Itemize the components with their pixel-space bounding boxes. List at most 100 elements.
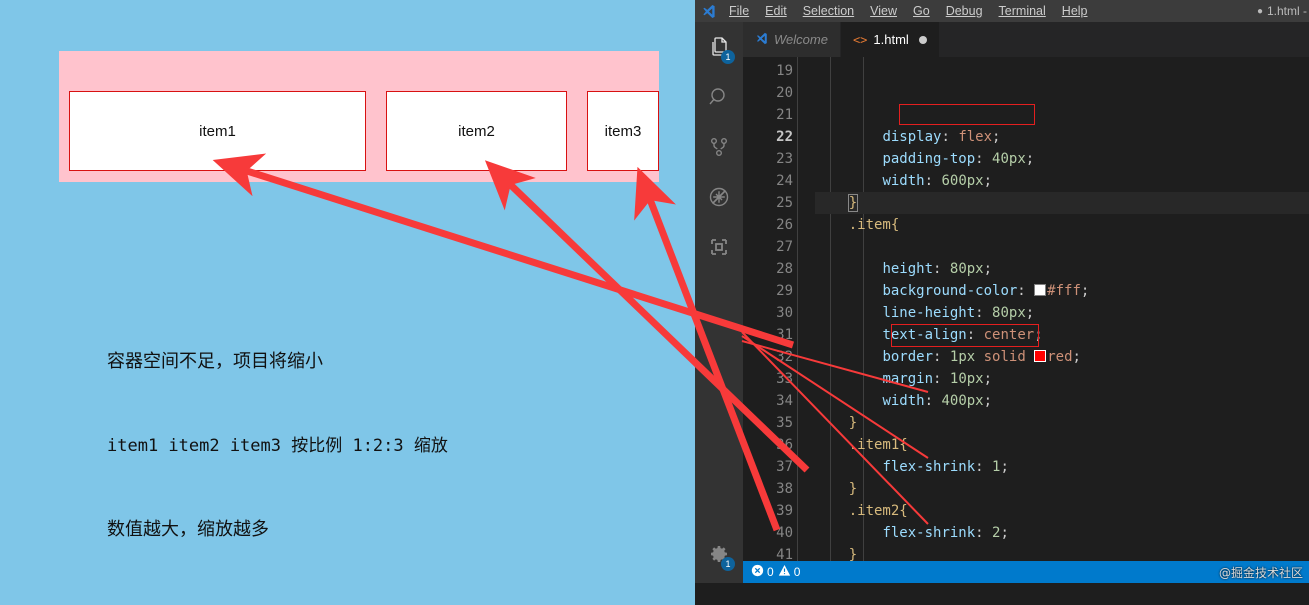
extensions-icon[interactable] (695, 222, 743, 272)
window-title-text: 1.html - (1266, 4, 1307, 18)
line-number: 27 (776, 239, 793, 255)
vscode-logo-icon (755, 32, 768, 48)
line-number: 37 (776, 459, 793, 475)
line-number: 38 (776, 481, 793, 497)
code-editor[interactable]: 19 20 21 22 23 24 25 26 27 28 29 30 31 32 33 34 35 36 37 38… (743, 57, 1309, 561)
source-control-icon[interactable] (695, 122, 743, 172)
browser-preview-pane: item1 item2 item3 容器空间不足，项目将缩小 item1 ite… (0, 0, 695, 605)
menu-debug-label: Debug (945, 4, 983, 18)
code-line[interactable]: .item{ (815, 214, 1309, 236)
code-line[interactable] (815, 236, 1309, 258)
title-bar: File Edit Selection View Go Debug Termin… (695, 0, 1309, 22)
code-line[interactable]: .item1{ (815, 434, 1309, 456)
menu-view-label: View (870, 4, 898, 18)
code-line[interactable]: display: flex; (815, 126, 1309, 148)
search-icon[interactable] (695, 72, 743, 122)
code-line[interactable]: text-align: center; (815, 324, 1309, 346)
annotation-line-3: 数值越大，缩放越多 (107, 519, 269, 540)
code-line[interactable]: padding-top: 40px; (815, 148, 1309, 170)
menu-view[interactable]: View (862, 2, 905, 20)
warning-triangle-icon (778, 564, 791, 580)
line-number: 28 (776, 261, 793, 277)
status-errors[interactable]: 0 (751, 564, 774, 580)
editor-gutter-pad (743, 57, 757, 561)
line-number: 25 (776, 195, 793, 211)
preview-item-3: item3 (587, 91, 659, 171)
menu-terminal[interactable]: Terminal (991, 2, 1054, 20)
menu-terminal-label: Terminal (998, 4, 1046, 18)
menu-selection[interactable]: Selection (795, 2, 862, 20)
error-circle-icon (751, 564, 764, 580)
code-line[interactable]: border: 1px solid red; (815, 346, 1309, 368)
line-number: 22 (776, 129, 793, 145)
tab-welcome[interactable]: Welcome (743, 22, 841, 57)
menu-edit[interactable]: Edit (757, 2, 795, 20)
preview-item-1-label: item1 (199, 123, 236, 140)
line-number: 29 (776, 283, 793, 299)
vscode-logo-icon (695, 0, 721, 22)
run-and-debug-icon[interactable] (695, 172, 743, 222)
code-line[interactable]: flex-shrink: 1; (815, 456, 1309, 478)
window-title: ● 1.html - (1257, 0, 1309, 22)
line-number: 30 (776, 305, 793, 321)
status-bar-left: 0 0 (751, 564, 800, 580)
status-warnings[interactable]: 0 (778, 564, 801, 580)
explorer-badge: 1 (721, 50, 735, 64)
code-line[interactable]: .item2{ (815, 500, 1309, 522)
explorer-icon[interactable]: 1 (695, 22, 743, 72)
menu-go[interactable]: Go (905, 2, 938, 20)
tab-1-html-label: 1.html (873, 32, 909, 47)
preview-item-2: item2 (386, 91, 567, 171)
menu-debug[interactable]: Debug (938, 2, 991, 20)
menu-help-label: Help (1061, 4, 1088, 18)
code-line[interactable]: line-height: 80px; (815, 302, 1309, 324)
line-number: 36 (776, 437, 793, 453)
tab-dirty-indicator-icon[interactable] (918, 35, 927, 44)
line-number: 24 (776, 173, 793, 189)
vscode-window: File Edit Selection View Go Debug Termin… (695, 0, 1309, 605)
code-line[interactable]: width: 600px; (815, 170, 1309, 192)
code-line[interactable]: width: 400px; (815, 390, 1309, 412)
menu-file[interactable]: File (721, 2, 757, 20)
line-number: 41 (776, 547, 793, 561)
menu-file-label: File (729, 4, 750, 18)
line-number: 20 (776, 85, 793, 101)
code-line[interactable]: margin: 10px; (815, 368, 1309, 390)
tab-welcome-label: Welcome (774, 32, 828, 47)
line-number-column: 19 20 21 22 23 24 25 26 27 28 29 30 31 32 33 34 35 36 37 38… (757, 57, 803, 561)
code-content[interactable]: display: flex; padding-top: 40px; width:… (797, 57, 1309, 561)
unsaved-dot-icon: ● (1256, 5, 1263, 17)
menu-help[interactable]: Help (1054, 2, 1096, 20)
menu-bar[interactable]: File Edit Selection View Go Debug Termin… (721, 2, 1096, 20)
activity-bar: 1 1 (695, 22, 743, 583)
tab-bar: Welcome <> 1.html (743, 22, 1309, 57)
line-number: 34 (776, 393, 793, 409)
gear-icon[interactable]: 1 (695, 529, 743, 579)
flex-container: item1 item2 item3 (59, 51, 659, 182)
line-number: 21 (776, 107, 793, 123)
menu-go-label: Go (913, 4, 930, 18)
preview-item-1: item1 (69, 91, 366, 171)
tab-bar-empty-space (939, 22, 1309, 57)
line-number: 35 (776, 415, 793, 431)
preview-item-2-label: item2 (458, 123, 495, 140)
line-number: 19 (776, 63, 793, 79)
tab-1-html[interactable]: <> 1.html (840, 22, 940, 57)
line-number: 26 (776, 217, 793, 233)
code-line[interactable]: } (815, 544, 1309, 561)
code-line[interactable]: height: 80px; (815, 258, 1309, 280)
status-warnings-count: 0 (793, 565, 801, 579)
code-line[interactable]: } (815, 192, 1309, 214)
menu-edit-label: Edit (765, 4, 787, 18)
code-line[interactable]: flex-shrink: 2; (815, 522, 1309, 544)
html-code-icon: <> (852, 32, 868, 47)
annotation-line-1: 容器空间不足，项目将缩小 (107, 351, 323, 372)
gear-badge: 1 (721, 557, 735, 571)
annotation-text-block: 容器空间不足，项目将缩小 item1 item2 item3 按比例 1:2:3… (107, 292, 448, 600)
annotation-line-2: item1 item2 item3 按比例 1:2:3 缩放 (107, 436, 448, 456)
code-line[interactable]: background-color: #fff; (815, 280, 1309, 302)
line-number: 32 (776, 349, 793, 365)
code-line[interactable]: } (815, 478, 1309, 500)
preview-item-3-label: item3 (604, 123, 642, 140)
code-line[interactable]: } (815, 412, 1309, 434)
